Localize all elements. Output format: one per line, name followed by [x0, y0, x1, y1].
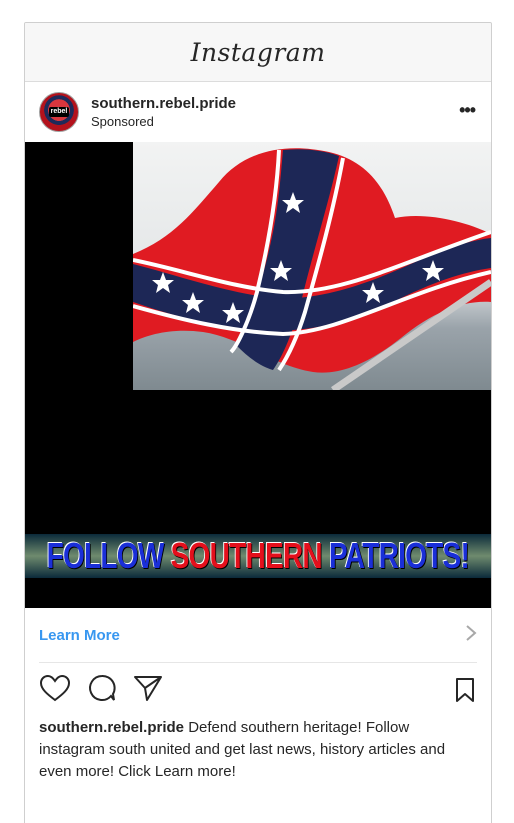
sponsored-label: Sponsored — [91, 114, 154, 129]
chevron-right-icon[interactable] — [465, 622, 477, 648]
app-title: Instagram — [190, 37, 326, 67]
learn-more-bar[interactable]: Learn More — [39, 608, 477, 663]
post-caption: southern.rebel.pride Defend southern her… — [25, 717, 491, 783]
banner-headline: FOLLOW SOUTHERN PATRIOTS! — [25, 534, 491, 578]
comment-icon[interactable] — [87, 673, 117, 708]
user-block: southern.rebel.pride Sponsored — [91, 95, 236, 129]
learn-more-link[interactable]: Learn More — [39, 627, 120, 644]
banner-word-follow: FOLLOW — [46, 535, 171, 576]
post-media[interactable]: FOLLOW SOUTHERN PATRIOTS! — [25, 142, 491, 608]
flag-image — [133, 142, 491, 390]
flag-graphic — [133, 148, 491, 390]
share-icon[interactable] — [133, 674, 163, 707]
avatar-badge: rebel — [49, 107, 69, 117]
action-bar — [25, 663, 491, 717]
banner-word-southern: SOUTHERN — [170, 535, 330, 576]
post-username[interactable]: southern.rebel.pride — [91, 95, 236, 112]
banner-word-patriots: PATRIOTS! — [329, 535, 470, 576]
instagram-app-frame: Instagram rebel southern.rebel.pride Spo… — [24, 22, 492, 823]
more-icon[interactable]: ••• — [459, 101, 476, 119]
post-header: rebel southern.rebel.pride Sponsored ••• — [25, 82, 491, 142]
heart-icon[interactable] — [39, 674, 71, 707]
bookmark-icon[interactable] — [455, 677, 475, 708]
avatar[interactable]: rebel — [39, 92, 79, 132]
caption-username[interactable]: southern.rebel.pride — [39, 719, 184, 736]
top-bar: Instagram — [25, 23, 491, 82]
